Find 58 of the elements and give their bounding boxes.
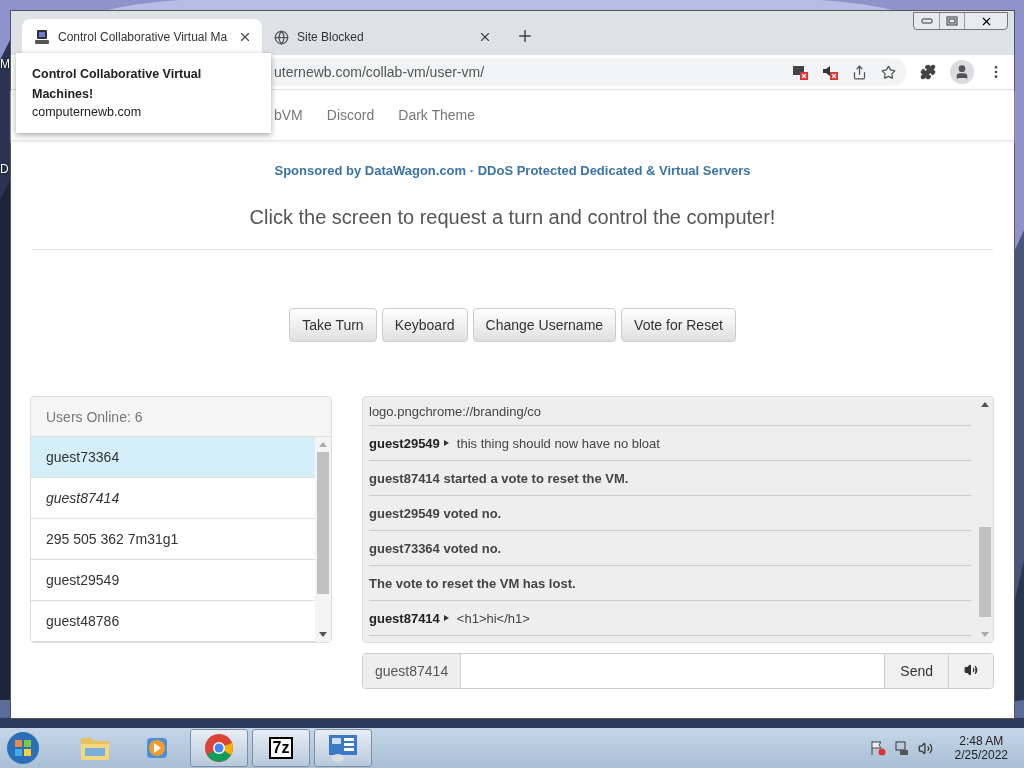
- close-tab-button[interactable]: [478, 30, 492, 44]
- nav-link[interactable]: Discord: [314, 107, 387, 123]
- user-item[interactable]: guest73364: [31, 437, 315, 478]
- network-icon[interactable]: [893, 740, 910, 756]
- url-text: uternewb.com/collab-vm/user-vm/: [274, 64, 486, 80]
- sponsor-text: Sponsored by DataWagon.com · DDoS Protected Dedicated & Virtual Servers: [273, 163, 752, 178]
- browser-tab[interactable]: Control Collaborative Virtual Ma: [22, 19, 262, 55]
- computer-icon: [34, 29, 50, 45]
- taskbar-app[interactable]: [190, 729, 248, 767]
- users-header: Users Online: 6: [31, 397, 331, 437]
- scrollbar[interactable]: [977, 397, 993, 642]
- nav-link[interactable]: Dark Theme: [386, 107, 488, 123]
- chat-message: this thing should now have no bloat: [456, 435, 660, 451]
- volume-icon[interactable]: [917, 740, 933, 756]
- caret-icon: [443, 440, 449, 446]
- blocked-sound-icon[interactable]: [822, 64, 838, 80]
- browser-tab[interactable]: Site Blocked: [262, 19, 502, 55]
- caret-icon: [443, 615, 449, 621]
- zip-logo: 7z: [268, 737, 294, 759]
- action-button[interactable]: Vote for Reset: [621, 308, 736, 342]
- maximize-icon: [946, 16, 958, 26]
- scroll-up-icon[interactable]: [981, 402, 989, 407]
- tooltip-title: Control Collaborative Virtual Machines!: [32, 66, 203, 103]
- globe-icon: [274, 29, 289, 45]
- chat-username: guest29549: [369, 435, 440, 451]
- chrome-icon: [204, 733, 234, 763]
- start-button[interactable]: [6, 731, 40, 765]
- flag-icon[interactable]: [869, 740, 886, 756]
- action-button[interactable]: Take Turn: [289, 308, 377, 342]
- bookmark-star-icon[interactable]: [881, 64, 896, 80]
- share-icon[interactable]: [852, 64, 867, 80]
- system-message: guest73364 voted no.: [369, 540, 502, 556]
- chat-message: logo.pngchrome://branding/co: [369, 403, 541, 419]
- page-heading: Click the screen to request a turn and control the computer!: [248, 206, 777, 229]
- close-tab-button[interactable]: [238, 30, 252, 44]
- taskbar-app[interactable]: 7z: [252, 729, 310, 767]
- action-button[interactable]: Keyboard: [381, 308, 468, 342]
- blocked-popup-icon[interactable]: [792, 64, 808, 80]
- tab-title: Control Collaborative Virtual Ma: [58, 30, 229, 44]
- system-message: The vote to reset the VM has lost.: [369, 575, 576, 591]
- minimize-icon: [920, 18, 933, 24]
- desktop-icon-label: M: [0, 57, 10, 71]
- scrollbar[interactable]: [315, 437, 331, 642]
- chat-message: <h1>hi</h1>: [456, 610, 530, 626]
- tooltip-domain: computernewb.com: [32, 105, 143, 119]
- extensions-icon[interactable]: [920, 64, 936, 80]
- scroll-down-icon[interactable]: [319, 632, 327, 637]
- clock[interactable]: 2:48 AM 2/25/2022: [954, 734, 1008, 762]
- tab-title: Site Blocked: [297, 30, 365, 44]
- desktop-icon-label: D: [0, 162, 9, 176]
- system-message: guest87414 started a vote to reset the VM.: [369, 470, 629, 486]
- taskbar-app[interactable]: [314, 729, 372, 767]
- profile-avatar[interactable]: [950, 60, 974, 84]
- chat-username: guest87414: [369, 610, 440, 626]
- new-tab-button[interactable]: [516, 27, 534, 45]
- action-button[interactable]: Change Username: [472, 308, 617, 342]
- system-message: guest29549 voted no.: [369, 505, 502, 521]
- control-panel-icon: [327, 733, 359, 763]
